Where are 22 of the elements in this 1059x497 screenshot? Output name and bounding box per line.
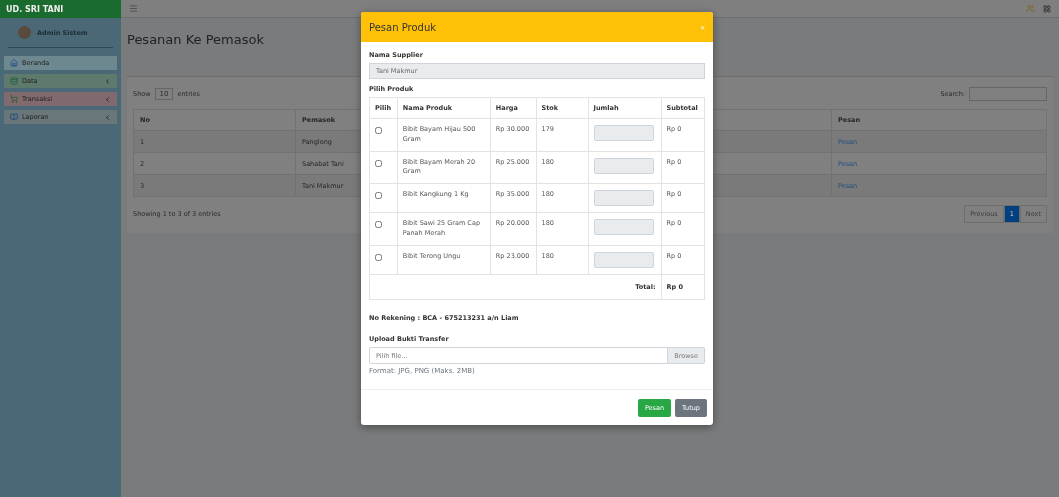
select-checkbox[interactable] [375, 127, 382, 134]
select-checkbox[interactable] [375, 192, 382, 199]
brand-title: UD. SRI TANI [0, 0, 121, 18]
dialog-title: Pesan Produk [369, 21, 437, 33]
cart-icon [10, 95, 18, 103]
home-icon [10, 59, 18, 67]
select-checkbox[interactable] [375, 253, 382, 261]
grid-icon[interactable] [1043, 4, 1051, 13]
user-avatar [18, 26, 31, 39]
quantity-field[interactable] [593, 125, 654, 141]
database-icon [10, 77, 18, 85]
quantity-field[interactable] [593, 251, 654, 268]
page-title: Pesanan Ke Pemasok [127, 32, 264, 47]
quantity-field[interactable] [593, 157, 654, 174]
select-checkbox[interactable] [375, 159, 382, 167]
quantity-field[interactable] [593, 190, 654, 206]
select-checkbox[interactable] [375, 221, 382, 229]
quantity-field[interactable] [593, 219, 654, 236]
book-icon [10, 113, 18, 121]
users-icon[interactable] [1026, 4, 1035, 13]
menu-icon[interactable] [129, 4, 138, 13]
search-field[interactable] [969, 87, 1047, 101]
